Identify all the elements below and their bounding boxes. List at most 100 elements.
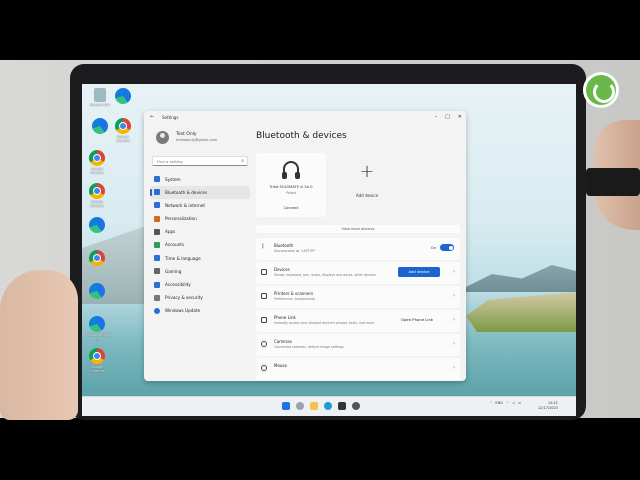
bluetooth-icon [154, 189, 160, 196]
background-bottom [0, 418, 640, 480]
add-device-card[interactable]: + Add device [332, 153, 402, 217]
page-title: Bluetooth & devices [256, 131, 347, 141]
start-icon[interactable] [282, 402, 290, 410]
explorer-icon[interactable] [310, 402, 318, 410]
cameras-row[interactable]: Cameras Connected cameras, default image… [256, 334, 460, 356]
desktop-icon[interactable] [84, 250, 110, 267]
volume-icon[interactable]: ◁ [512, 401, 515, 405]
sidebar-item-time-language[interactable]: Time & language [150, 252, 250, 265]
chevron-right-icon: › [453, 317, 455, 323]
edge-icon [89, 283, 105, 299]
chrome-icon [115, 118, 131, 134]
edge-icon [115, 88, 131, 104]
chevron-up-icon[interactable]: ⌃ [489, 401, 492, 405]
left-hand [0, 270, 78, 420]
open-phone-link-button[interactable]: Open Phone Link [396, 315, 438, 325]
sidebar-item-apps[interactable]: Apps [150, 226, 250, 239]
update-icon [154, 307, 160, 314]
desktop-icon[interactable]: Google Chrome [84, 183, 110, 208]
chrome-icon [89, 348, 105, 364]
sidebar-item-bluetooth-devices[interactable]: Bluetooth & devices [150, 186, 250, 200]
profile-name: Test Only [176, 132, 197, 137]
wallpaper-island [466, 292, 576, 332]
plus-icon: + [359, 161, 375, 182]
clock[interactable]: 10:21 12/17/2023 [538, 401, 558, 411]
chevron-right-icon: › [453, 293, 455, 299]
edge-icon [89, 316, 105, 332]
camera-icon [261, 341, 267, 347]
search-input[interactable]: Find a setting ⌕ [152, 156, 248, 166]
close-button[interactable]: ✕ [458, 114, 462, 120]
devices-icon [261, 269, 267, 275]
desktop-icon[interactable] [84, 217, 110, 234]
apps-icon [154, 228, 160, 235]
taskbar: ⌃ ENG ◠ ◁ ▭ 10:21 12/17/2023 [82, 396, 576, 416]
connect-button[interactable]: Connect [256, 206, 326, 210]
bluetooth-row[interactable]: ᛒ Bluetooth Discoverable as "LAPTOP" On [256, 238, 460, 260]
add-device-button[interactable]: Add device [398, 267, 440, 277]
search-placeholder: Find a setting [157, 159, 183, 164]
settings-icon[interactable] [352, 402, 360, 410]
toggle-state: On [430, 245, 436, 250]
settings-window: ← Settings – □ ✕ Test Only hctestonly@gm… [144, 111, 466, 381]
search-icon[interactable] [296, 402, 304, 410]
device-name: Tribit SOLOMATE vl Se-0 [269, 185, 313, 189]
desktop-icon[interactable]: Google Chrome [84, 150, 110, 175]
window-title: Settings [162, 115, 179, 120]
profile-email: hctestonly@gmail.com [176, 138, 218, 142]
devices-row[interactable]: Devices Mouse, keyboard, pen, audio, dis… [256, 262, 460, 284]
desktop-icon[interactable]: Google Chrome [84, 348, 110, 373]
device-card[interactable]: Tribit SOLOMATE vl Se-0 Paired Connect [256, 153, 326, 217]
minimize-button[interactable]: – [435, 114, 438, 120]
sidebar-item-gaming[interactable]: Gaming [150, 265, 250, 278]
shield-icon [154, 294, 160, 301]
desktop-icon[interactable]: Google Chrome [110, 118, 136, 143]
chrome-icon [89, 150, 105, 166]
chevron-right-icon: › [453, 269, 455, 275]
usb-plug [586, 168, 640, 196]
headphones-icon [282, 161, 300, 179]
photo-scene: Recycle Bin Google Chrome Google Chrome … [0, 0, 640, 480]
desktop-icon[interactable]: Microsoft Edge - C... [84, 316, 110, 341]
phone-link-row[interactable]: Phone Link Instantly access your Android… [256, 310, 460, 332]
sidebar-item-personalization[interactable]: Personalization [150, 213, 250, 226]
mouse-icon [261, 365, 267, 371]
sidebar-item-accounts[interactable]: Accounts [150, 239, 250, 252]
sidebar-item-accessibility[interactable]: Accessibility [150, 279, 250, 292]
bluetooth-toggle[interactable] [440, 244, 454, 251]
sidebar-item-system[interactable]: System [150, 173, 250, 186]
back-arrow-icon[interactable]: ← [150, 114, 154, 120]
title-bar: ← Settings – □ ✕ [144, 111, 466, 125]
edge-icon [92, 118, 108, 134]
chrome-icon [89, 250, 105, 266]
accessibility-icon [154, 281, 160, 288]
desktop-icon[interactable] [84, 283, 110, 300]
edge-icon[interactable] [324, 402, 332, 410]
battery-icon[interactable]: ▭ [518, 401, 521, 405]
sidebar-item-network[interactable]: Network & internet [150, 199, 250, 212]
bluetooth-icon: ᛒ [261, 243, 265, 250]
phone-icon [261, 317, 267, 323]
wifi-icon[interactable]: ◠ [506, 401, 509, 405]
main-content: Bluetooth & devices Tribit SOLOMATE vl S… [252, 125, 462, 381]
store-icon[interactable] [338, 402, 346, 410]
clock-date: 12/17/2023 [537, 406, 558, 410]
system-icon [154, 176, 160, 182]
maximize-button[interactable]: □ [445, 114, 450, 120]
user-profile[interactable]: Test Only hctestonly@gmail.com [154, 129, 244, 149]
background-top [0, 0, 640, 60]
language-indicator[interactable]: ENG [495, 401, 503, 405]
sidebar-item-windows-update[interactable]: Windows Update [150, 305, 250, 318]
desktop-icon[interactable] [110, 88, 136, 105]
window-controls: – □ ✕ [435, 114, 462, 120]
sidebar-item-privacy-security[interactable]: Privacy & security [150, 292, 250, 305]
mouse-row[interactable]: Mouse › [256, 358, 460, 380]
recycle-bin-icon [94, 88, 106, 102]
gamepad-icon [154, 268, 160, 275]
view-more-devices-button[interactable]: View more devices [256, 225, 460, 233]
edge-icon [89, 217, 105, 233]
printers-row[interactable]: Printers & scanners Preferences, trouble… [256, 286, 460, 308]
device-status: Paired [286, 191, 296, 195]
add-device-label: Add device [355, 193, 379, 198]
search-icon: ⌕ [241, 158, 244, 164]
